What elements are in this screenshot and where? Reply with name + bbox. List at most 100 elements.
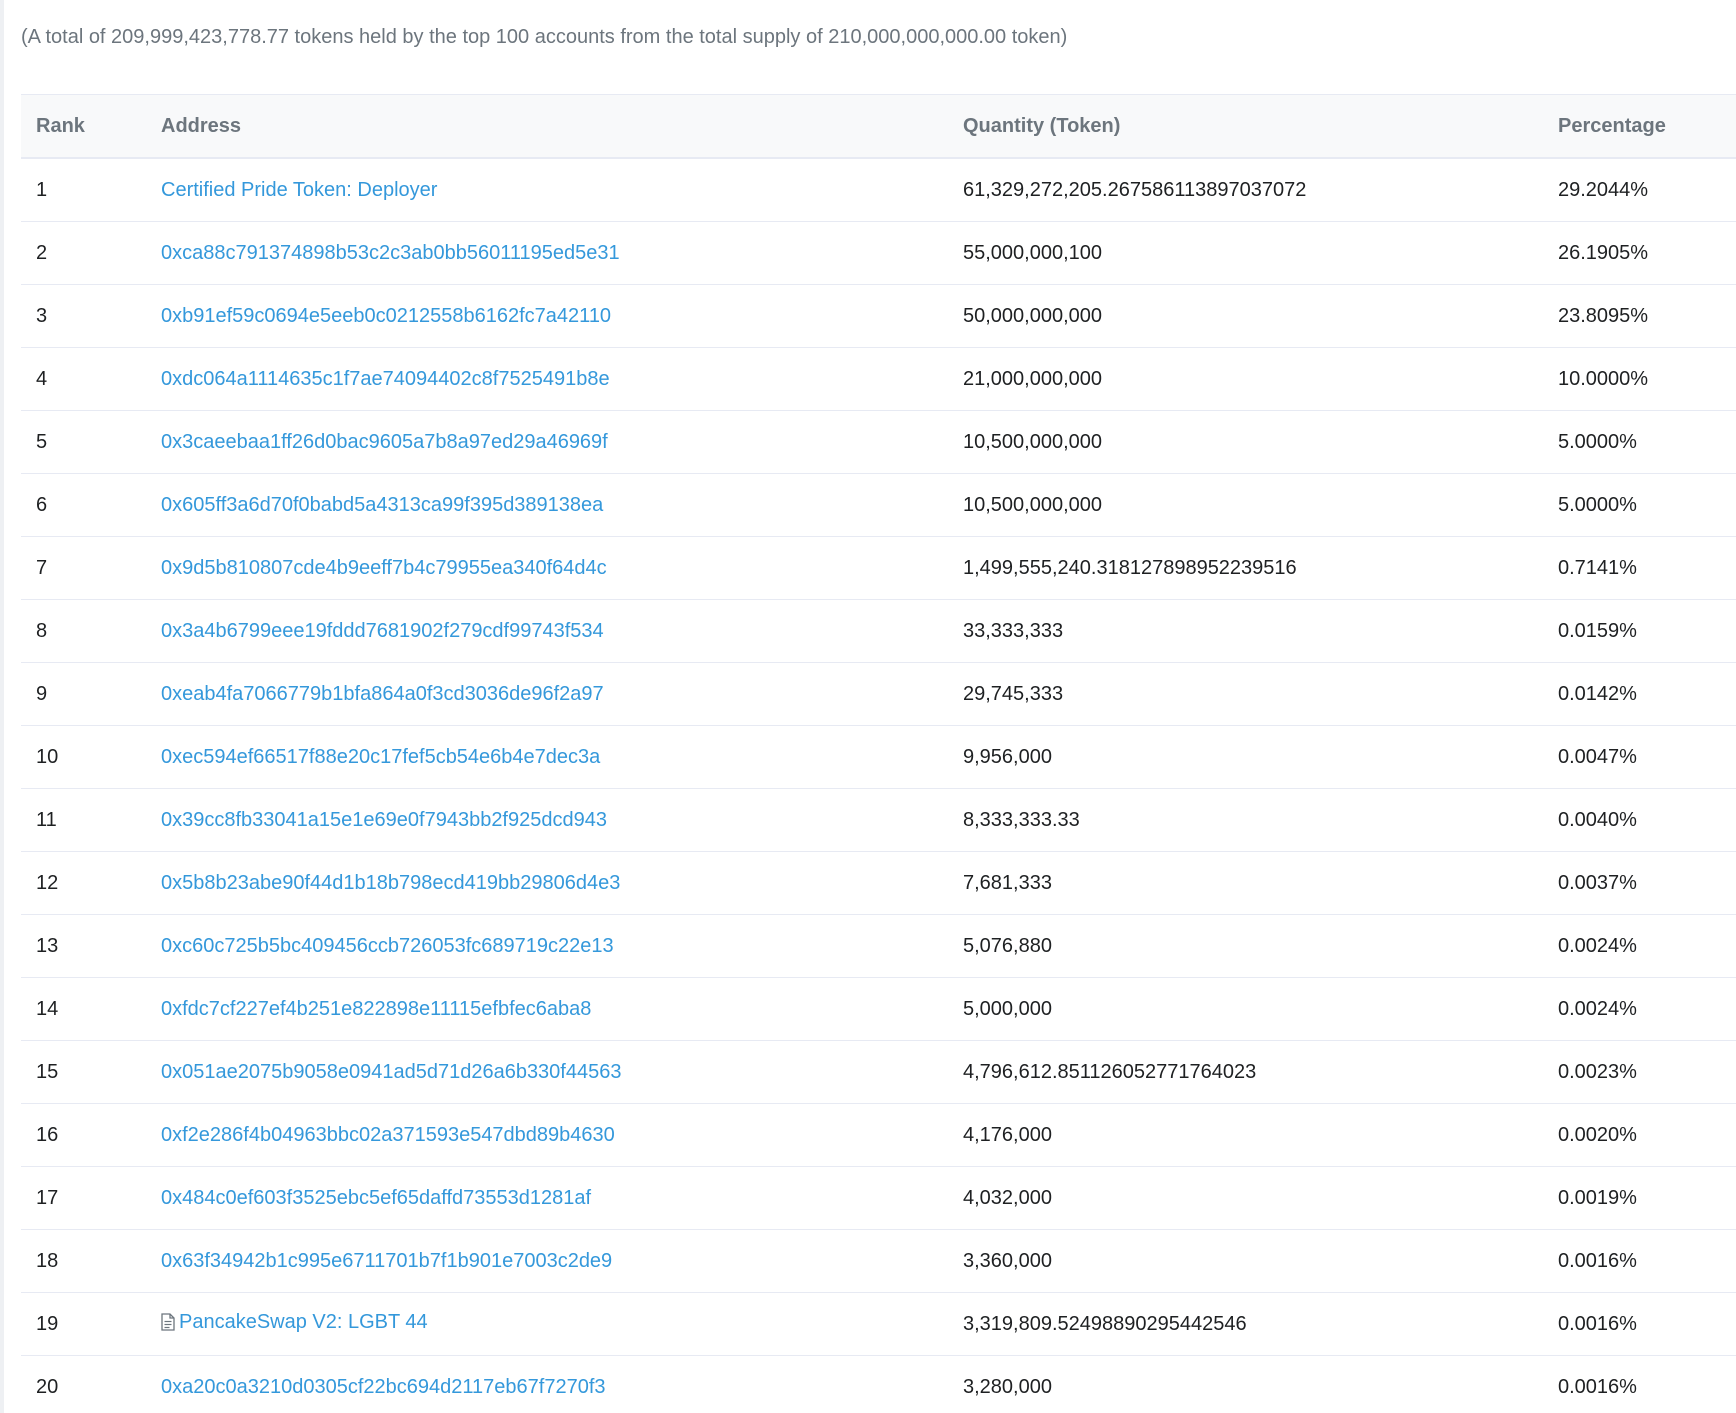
percentage-cell: 0.0016% xyxy=(1543,1355,1736,1413)
table-row: 7 0x9d5b810807cde4b9eeff7b4c79955ea340f64… xyxy=(21,536,1736,600)
table-row: 4 0xdc064a1114635c1f7ae74094402c8f7525491… xyxy=(21,347,1736,411)
address-cell: 0xa20c0a3210d0305cf22bc694d2117eb67f7270… xyxy=(146,1355,948,1413)
address-cell: 0x39cc8fb33041a15e1e69e0f7943bb2f925dcd9… xyxy=(146,788,948,852)
rank-cell: 2 xyxy=(21,221,146,285)
percentage-cell: 0.0016% xyxy=(1543,1229,1736,1293)
header-row: Rank Address Quantity (Token) Percentage xyxy=(21,94,1736,159)
address-link[interactable]: 0xa20c0a3210d0305cf22bc694d2117eb67f7270… xyxy=(161,1376,606,1398)
holders-summary: (A total of 209,999,423,778.77 tokens he… xyxy=(21,26,1068,48)
table-row: 16 0xf2e286f4b04963bbc02a371593e547dbd89b… xyxy=(21,1103,1736,1167)
address-link[interactable]: 0x9d5b810807cde4b9eeff7b4c79955ea340f64d… xyxy=(161,557,607,579)
table-row: 14 0xfdc7cf227ef4b251e822898e11115efbfec6… xyxy=(21,977,1736,1041)
percentage-cell: 0.0040% xyxy=(1543,788,1736,852)
rank-cell: 18 xyxy=(21,1229,146,1293)
quantity-cell: 3,280,000 xyxy=(948,1355,1543,1413)
address-cell: 0xfdc7cf227ef4b251e822898e11115efbfec6ab… xyxy=(146,977,948,1041)
address-cell: 0x605ff3a6d70f0babd5a4313ca99f395d389138… xyxy=(146,473,948,537)
percentage-cell: 29.2044% xyxy=(1543,158,1736,222)
rank-cell: 19 xyxy=(21,1292,146,1356)
rank-cell: 3 xyxy=(21,284,146,348)
address-link[interactable]: 0x63f34942b1c995e6711701b7f1b901e7003c2d… xyxy=(161,1250,612,1272)
rank-cell: 17 xyxy=(21,1166,146,1230)
table-row: 20 0xa20c0a3210d0305cf22bc694d2117eb67f72… xyxy=(21,1355,1736,1413)
address-link[interactable]: 0x3a4b6799eee19fddd7681902f279cdf99743f5… xyxy=(161,620,604,642)
address-link[interactable]: 0xc60c725b5bc409456ccb726053fc689719c22e… xyxy=(161,935,614,957)
table-row: 13 0xc60c725b5bc409456ccb726053fc689719c2… xyxy=(21,914,1736,978)
holders-table: Rank Address Quantity (Token) Percentage… xyxy=(21,94,1736,1413)
address-cell: 0x9d5b810807cde4b9eeff7b4c79955ea340f64d… xyxy=(146,536,948,600)
percentage-cell: 0.0019% xyxy=(1543,1166,1736,1230)
quantity-cell: 29,745,333 xyxy=(948,662,1543,726)
table-row: 12 0x5b8b23abe90f44d1b18b798ecd419bb29806… xyxy=(21,851,1736,915)
address-link[interactable]: 0xec594ef66517f88e20c17fef5cb54e6b4e7dec… xyxy=(161,746,600,768)
address-link[interactable]: 0x39cc8fb33041a15e1e69e0f7943bb2f925dcd9… xyxy=(161,809,607,831)
percentage-cell: 0.0023% xyxy=(1543,1040,1736,1104)
quantity-cell: 10,500,000,000 xyxy=(948,473,1543,537)
address-link[interactable]: 0x051ae2075b9058e0941ad5d71d26a6b330f445… xyxy=(161,1061,621,1083)
address-link[interactable]: Certified Pride Token: Deployer xyxy=(161,179,437,201)
rank-cell: 16 xyxy=(21,1103,146,1167)
address-link[interactable]: PancakeSwap V2: LGBT 44 xyxy=(179,1311,428,1333)
rank-cell: 15 xyxy=(21,1040,146,1104)
address-column-header: Address xyxy=(146,94,948,159)
rank-cell: 1 xyxy=(21,158,146,222)
quantity-column-header: Quantity (Token) xyxy=(948,94,1543,159)
address-link[interactable]: 0xb91ef59c0694e5eeb0c0212558b6162fc7a421… xyxy=(161,305,611,327)
table-row: 6 0x605ff3a6d70f0babd5a4313ca99f395d38913… xyxy=(21,473,1736,537)
percentage-cell: 0.7141% xyxy=(1543,536,1736,600)
percentage-cell: 0.0159% xyxy=(1543,599,1736,663)
quantity-cell: 4,032,000 xyxy=(948,1166,1543,1230)
table-row: 9 0xeab4fa7066779b1bfa864a0f3cd3036de96f2… xyxy=(21,662,1736,726)
address-link[interactable]: 0x3caeebaa1ff26d0bac9605a7b8a97ed29a4696… xyxy=(161,431,608,453)
quantity-cell: 10,500,000,000 xyxy=(948,410,1543,474)
address-cell: 0xca88c791374898b53c2c3ab0bb56011195ed5e… xyxy=(146,221,948,285)
percentage-cell: 0.0142% xyxy=(1543,662,1736,726)
table-header: Rank Address Quantity (Token) Percentage xyxy=(21,94,1736,159)
address-cell: 0x3caeebaa1ff26d0bac9605a7b8a97ed29a4696… xyxy=(146,410,948,474)
percentage-cell: 0.0020% xyxy=(1543,1103,1736,1167)
address-link[interactable]: 0xf2e286f4b04963bbc02a371593e547dbd89b46… xyxy=(161,1124,615,1146)
address-link[interactable]: 0xca88c791374898b53c2c3ab0bb56011195ed5e… xyxy=(161,242,620,264)
percentage-cell: 0.0037% xyxy=(1543,851,1736,915)
rank-cell: 8 xyxy=(21,599,146,663)
address-cell: 0xdc064a1114635c1f7ae74094402c8f7525491b… xyxy=(146,347,948,411)
left-divider xyxy=(0,0,4,1413)
address-cell: 0x63f34942b1c995e6711701b7f1b901e7003c2d… xyxy=(146,1229,948,1293)
percentage-cell: 0.0024% xyxy=(1543,914,1736,978)
quantity-cell: 3,360,000 xyxy=(948,1229,1543,1293)
rank-column-header: Rank xyxy=(21,94,146,159)
table-row: 15 0x051ae2075b9058e0941ad5d71d26a6b330f4… xyxy=(21,1040,1736,1104)
table-row: 5 0x3caeebaa1ff26d0bac9605a7b8a97ed29a469… xyxy=(21,410,1736,474)
table-row: 1 Certified Pride Token: Deployer 61,329,2… xyxy=(21,158,1736,222)
table-row: 17 0x484c0ef603f3525ebc5ef65daffd73553d12… xyxy=(21,1166,1736,1230)
quantity-cell: 61,329,272,205.267586113897037072 xyxy=(948,158,1543,222)
rank-cell: 10 xyxy=(21,725,146,789)
address-link[interactable]: 0xfdc7cf227ef4b251e822898e11115efbfec6ab… xyxy=(161,998,591,1020)
address-cell: 0x484c0ef603f3525ebc5ef65daffd73553d1281… xyxy=(146,1166,948,1230)
address-link[interactable]: 0x605ff3a6d70f0babd5a4313ca99f395d389138… xyxy=(161,494,603,516)
rank-cell: 20 xyxy=(21,1355,146,1413)
rank-cell: 6 xyxy=(21,473,146,537)
quantity-cell: 4,796,612.851126052771764023 xyxy=(948,1040,1543,1104)
table-row: 11 0x39cc8fb33041a15e1e69e0f7943bb2f925dc… xyxy=(21,788,1736,852)
address-cell: 0xec594ef66517f88e20c17fef5cb54e6b4e7dec… xyxy=(146,725,948,789)
quantity-cell: 1,499,555,240.318127898952239516 xyxy=(948,536,1543,600)
quantity-cell: 21,000,000,000 xyxy=(948,347,1543,411)
percentage-cell: 10.0000% xyxy=(1543,347,1736,411)
address-cell: 0xc60c725b5bc409456ccb726053fc689719c22e… xyxy=(146,914,948,978)
address-link[interactable]: 0x484c0ef603f3525ebc5ef65daffd73553d1281… xyxy=(161,1187,591,1209)
quantity-cell: 9,956,000 xyxy=(948,725,1543,789)
table-row: 8 0x3a4b6799eee19fddd7681902f279cdf99743f… xyxy=(21,599,1736,663)
address-cell: 0x3a4b6799eee19fddd7681902f279cdf99743f5… xyxy=(146,599,948,663)
quantity-cell: 4,176,000 xyxy=(948,1103,1543,1167)
token-holders-page: (A total of 209,999,423,778.77 tokens he… xyxy=(0,0,1736,1413)
rank-cell: 13 xyxy=(21,914,146,978)
table-row: 19 PancakeSwap V2: LGBT 44 3,319,809.52498… xyxy=(21,1292,1736,1356)
address-link[interactable]: 0xeab4fa7066779b1bfa864a0f3cd3036de96f2a… xyxy=(161,683,604,705)
address-link[interactable]: 0xdc064a1114635c1f7ae74094402c8f7525491b… xyxy=(161,368,610,390)
rank-cell: 4 xyxy=(21,347,146,411)
table-row: 10 0xec594ef66517f88e20c17fef5cb54e6b4e7d… xyxy=(21,725,1736,789)
quantity-cell: 50,000,000,000 xyxy=(948,284,1543,348)
rank-cell: 9 xyxy=(21,662,146,726)
address-link[interactable]: 0x5b8b23abe90f44d1b18b798ecd419bb29806d4… xyxy=(161,872,620,894)
